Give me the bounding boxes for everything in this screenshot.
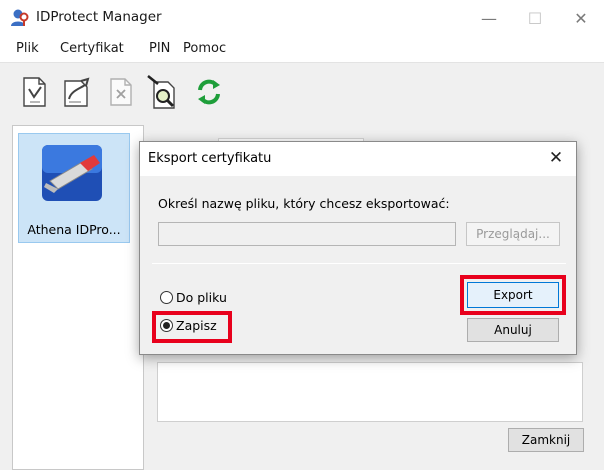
- details-box: [157, 362, 583, 422]
- menu-certificate[interactable]: Certyfikat: [60, 41, 124, 56]
- dialog-close-button[interactable]: ✕: [540, 146, 572, 170]
- delete-certificate-button[interactable]: [104, 74, 138, 112]
- refresh-icon: [194, 77, 224, 110]
- export-highlight-box: [460, 275, 566, 315]
- maximize-button[interactable]: ☐: [512, 0, 558, 36]
- refresh-button[interactable]: [192, 74, 226, 112]
- menu-pin[interactable]: PIN: [149, 41, 170, 56]
- radio-to-file[interactable]: [160, 291, 173, 304]
- cancel-button[interactable]: Anuluj: [467, 318, 559, 342]
- usb-token-icon: [36, 141, 108, 207]
- minimize-button[interactable]: —: [466, 0, 512, 36]
- app-logo-icon: [10, 8, 30, 28]
- device-label: Athena IDPro...: [27, 222, 121, 237]
- view-certificate-button[interactable]: [146, 74, 180, 112]
- export-certificate-icon: [61, 75, 93, 112]
- browse-button[interactable]: Przeglądaj...: [466, 222, 560, 246]
- menu-file[interactable]: Plik: [16, 41, 39, 56]
- dialog-divider: [152, 263, 566, 264]
- import-certificate-button[interactable]: [18, 74, 52, 112]
- import-certificate-icon: [20, 75, 50, 112]
- option-to-file-label: Do pliku: [176, 290, 227, 305]
- save-highlight-box: [152, 311, 232, 343]
- option-to-file[interactable]: Do pliku: [160, 290, 227, 305]
- close-button[interactable]: Zamknij: [508, 428, 584, 452]
- menu-help[interactable]: Pomoc: [183, 41, 226, 56]
- dialog-title: Eksport certyfikatu: [148, 151, 272, 166]
- delete-certificate-icon: [107, 75, 135, 112]
- file-path-input[interactable]: [158, 222, 456, 246]
- window-title: IDProtect Manager: [36, 9, 162, 25]
- close-window-button[interactable]: ✕: [558, 0, 604, 36]
- file-name-prompt: Określ nazwę pliku, który chcesz eksport…: [158, 196, 450, 211]
- export-certificate-button[interactable]: [60, 74, 94, 112]
- view-certificate-icon: [146, 74, 180, 113]
